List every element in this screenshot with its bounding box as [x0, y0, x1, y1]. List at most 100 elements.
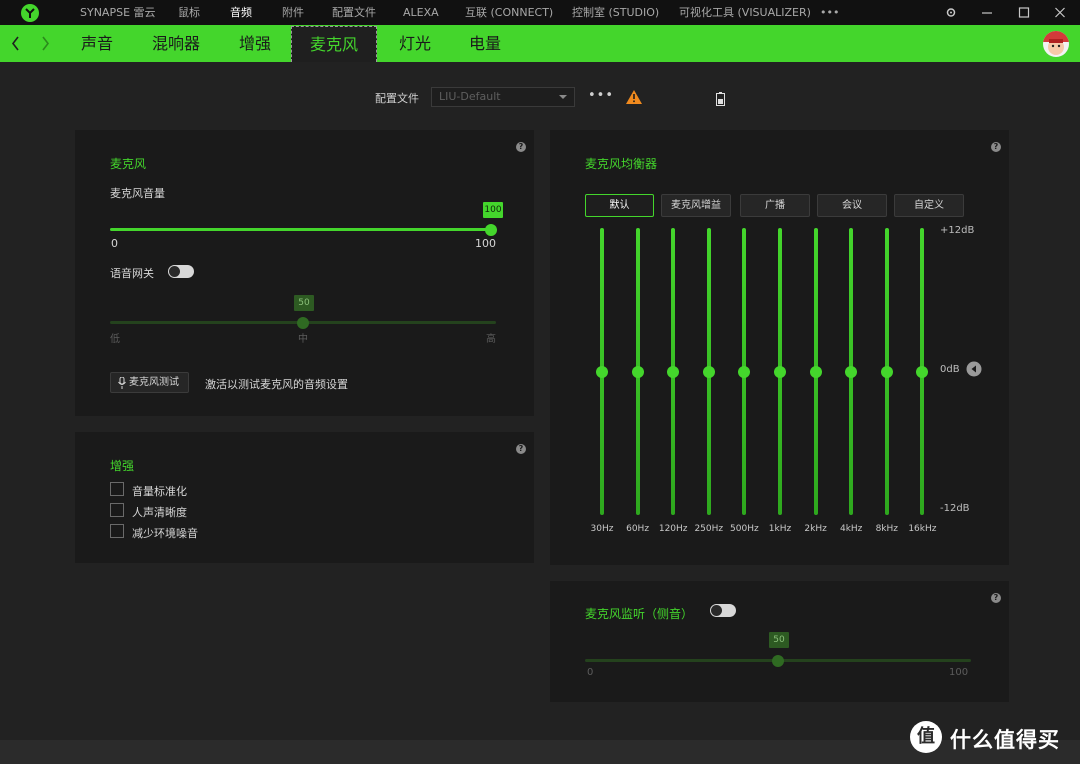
back-arrow-icon[interactable] — [9, 25, 23, 62]
monitor-min: 0 — [587, 667, 594, 678]
tab-lighting[interactable]: 灯光 — [390, 25, 440, 62]
help-icon[interactable]: ? — [516, 444, 526, 454]
tab-enhancement[interactable]: 增强 — [230, 25, 280, 62]
gate-thumb[interactable] — [297, 317, 309, 329]
nav-studio[interactable]: 控制室 (STUDIO) — [572, 0, 659, 25]
gate-low-label: 低 — [110, 334, 120, 345]
minimize-icon[interactable] — [976, 0, 998, 25]
device-tab-bar: 声音 混响器 增强 麦克风 灯光 电量 — [0, 25, 1080, 62]
eq-max-label: +12dB — [940, 225, 975, 236]
monitor-max: 100 — [949, 667, 969, 678]
mic-volume-min: 0 — [111, 237, 118, 250]
eq-band-label: 30Hz — [590, 524, 614, 534]
microphone-panel: ? 麦克风 麦克风音量 100 0 100 语音网关 50 低 中 高 麦克风测… — [75, 130, 534, 416]
close-icon[interactable] — [1049, 0, 1071, 25]
tab-microphone[interactable]: 麦克风 — [291, 26, 377, 62]
mic-volume-slider[interactable] — [110, 228, 491, 231]
eq-band-label: 120Hz — [658, 524, 688, 534]
mic-monitoring-toggle[interactable] — [710, 604, 736, 617]
maximize-icon[interactable] — [1013, 0, 1035, 25]
gate-value: 50 — [294, 295, 314, 311]
title-bar: SYNAPSE 雷云 鼠标 音频 附件 配置文件 ALEXA 互联 (CONNE… — [0, 0, 1080, 25]
preset-meeting-button[interactable]: 会议 — [817, 194, 887, 217]
option-label: 人声清晰度 — [132, 506, 187, 519]
monitor-thumb[interactable] — [772, 655, 784, 667]
tab-sound[interactable]: 声音 — [72, 25, 122, 62]
voice-gate-label: 语音网关 — [110, 267, 154, 280]
preset-custom-button[interactable]: 自定义 — [894, 194, 964, 217]
eq-min-label: -12dB — [940, 503, 970, 514]
panel-title: 麦克风均衡器 — [585, 157, 658, 171]
gate-mid-label: 中 — [298, 334, 308, 345]
checkbox-volume-normalization[interactable] — [110, 482, 124, 496]
eq-band-thumb[interactable] — [916, 365, 929, 378]
preset-broadcast-button[interactable]: 广播 — [740, 194, 810, 217]
profile-more-button[interactable]: ••• — [588, 88, 614, 103]
mic-volume-thumb[interactable] — [485, 224, 497, 236]
eq-zero-label: 0dB — [940, 364, 960, 375]
eq-band-label: 8kHz — [875, 524, 899, 534]
forward-arrow-icon[interactable] — [38, 25, 52, 62]
eq-band-thumb[interactable] — [702, 365, 715, 378]
eq-band-thumb[interactable] — [631, 365, 644, 378]
eq-band-thumb[interactable] — [774, 365, 786, 378]
eq-reset-icon[interactable] — [966, 361, 982, 377]
avatar-face-icon — [1043, 31, 1069, 55]
preset-default-button[interactable]: 默认 — [585, 194, 654, 217]
mic-volume-label: 麦克风音量 — [110, 187, 165, 200]
panel-title: 麦克风 — [110, 157, 147, 171]
nav-alexa[interactable]: ALEXA — [403, 0, 439, 25]
nav-profiles[interactable]: 配置文件 — [332, 0, 376, 25]
nav-accessories[interactable]: 附件 — [282, 0, 304, 25]
tab-power[interactable]: 电量 — [460, 25, 510, 62]
razer-logo-icon[interactable] — [20, 3, 40, 23]
enhancement-panel: ? 增强 音量标准化 人声清晰度 减少环境噪音 — [75, 432, 534, 563]
profile-dropdown[interactable]: LIU-Default — [431, 87, 575, 107]
eq-band-label: 60Hz — [626, 524, 650, 534]
monitor-value: 50 — [769, 632, 789, 648]
chevron-down-icon — [559, 95, 567, 99]
eq-band-thumb[interactable] — [738, 365, 751, 378]
toggle-knob — [169, 266, 180, 277]
gear-icon[interactable] — [940, 0, 962, 25]
tab-mixer[interactable]: 混响器 — [143, 25, 209, 62]
eq-band-thumb[interactable] — [845, 365, 858, 378]
panel-title: 增强 — [110, 459, 135, 473]
watermark-text: 什么值得买 — [950, 728, 1060, 752]
nav-more-button[interactable]: ••• — [820, 0, 839, 25]
nav-audio[interactable]: 音频 — [230, 0, 252, 25]
warning-icon[interactable] — [626, 90, 642, 104]
nav-mouse[interactable]: 鼠标 — [178, 0, 200, 25]
nav-visualizer[interactable]: 可视化工具 (VISUALIZER) — [679, 0, 811, 25]
eq-band-label: 4kHz — [839, 524, 863, 534]
help-icon[interactable]: ? — [516, 142, 526, 152]
mic-test-label: 麦克风测试 — [129, 377, 179, 388]
option-label: 减少环境噪音 — [132, 527, 198, 540]
user-avatar[interactable] — [1043, 31, 1069, 57]
eq-band-thumb[interactable] — [809, 365, 822, 378]
profile-label: 配置文件 — [375, 92, 419, 105]
eq-band-thumb[interactable] — [596, 365, 608, 378]
nav-synapse[interactable]: SYNAPSE 雷云 — [80, 0, 156, 25]
eq-band-label: 500Hz — [730, 524, 759, 534]
nav-connect[interactable]: 互联 (CONNECT) — [465, 0, 553, 25]
mic-test-button[interactable]: 麦克风测试 — [110, 372, 189, 393]
mic-equalizer-panel: ? 麦克风均衡器 默认 麦克风增益 广播 会议 自定义 30Hz 60Hz 120H… — [550, 130, 1009, 565]
gate-high-label: 高 — [486, 334, 496, 345]
preset-mic-boost-button[interactable]: 麦克风增益 — [661, 194, 731, 217]
help-icon[interactable]: ? — [991, 142, 1001, 152]
watermark-badge: 值 — [910, 721, 942, 753]
battery-icon — [716, 92, 725, 106]
eq-band-thumb[interactable] — [667, 365, 680, 378]
eq-band-label: 2kHz — [804, 524, 827, 534]
mic-volume-value: 100 — [483, 202, 503, 218]
checkbox-ambient-noise-reduction[interactable] — [110, 524, 124, 538]
mic-volume-max: 100 — [475, 237, 496, 250]
help-icon[interactable]: ? — [991, 593, 1001, 603]
eq-band-thumb[interactable] — [880, 365, 893, 378]
eq-band-label: 16kHz — [908, 524, 937, 534]
voice-gate-toggle[interactable] — [168, 265, 194, 278]
mic-test-hint: 激活以测试麦克风的音频设置 — [205, 378, 348, 391]
checkbox-vocal-clarity[interactable] — [110, 503, 124, 517]
toggle-knob — [711, 605, 722, 616]
